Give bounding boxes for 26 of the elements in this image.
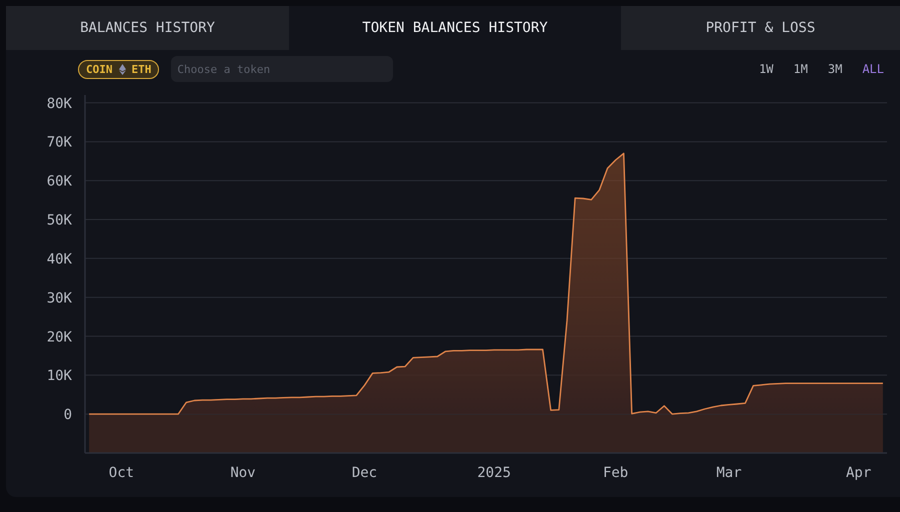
range-button[interactable]: ALL <box>858 62 888 76</box>
x-axis-label: Oct <box>108 465 134 481</box>
token-toggle[interactable]: COIN ETH <box>78 60 160 78</box>
x-axis-label: Mar <box>716 465 742 481</box>
tab[interactable]: TOKEN BALANCES HISTORY <box>289 6 621 50</box>
y-axis-label: 0 <box>64 407 72 424</box>
range-button[interactable]: 3M <box>824 62 846 76</box>
y-axis-label: 60K <box>46 174 72 190</box>
x-axis-label: Feb <box>602 465 628 481</box>
tab[interactable]: PROFIT & LOSS <box>621 6 900 50</box>
y-axis-label: 30K <box>46 290 72 306</box>
x-axis-label: Nov <box>230 465 256 481</box>
y-axis-label: 70K <box>46 134 72 151</box>
y-axis-label: 20K <box>46 329 72 346</box>
y-axis-label: 10K <box>46 368 72 384</box>
y-axis-label: 40K <box>46 251 72 268</box>
token-search-field[interactable]: Choose a token <box>171 56 394 82</box>
x-axis-label: Dec <box>352 465 378 481</box>
y-axis-label: 80K <box>46 96 72 112</box>
x-axis-label: 2025 <box>477 465 511 481</box>
range-button[interactable]: 1W <box>754 62 778 76</box>
range-button[interactable]: 1M <box>789 62 812 76</box>
x-axis-label: Apr <box>846 465 872 481</box>
eth-icon <box>118 64 126 74</box>
tab[interactable]: BALANCES HISTORY <box>6 6 289 50</box>
y-axis-label: 50K <box>46 212 72 229</box>
